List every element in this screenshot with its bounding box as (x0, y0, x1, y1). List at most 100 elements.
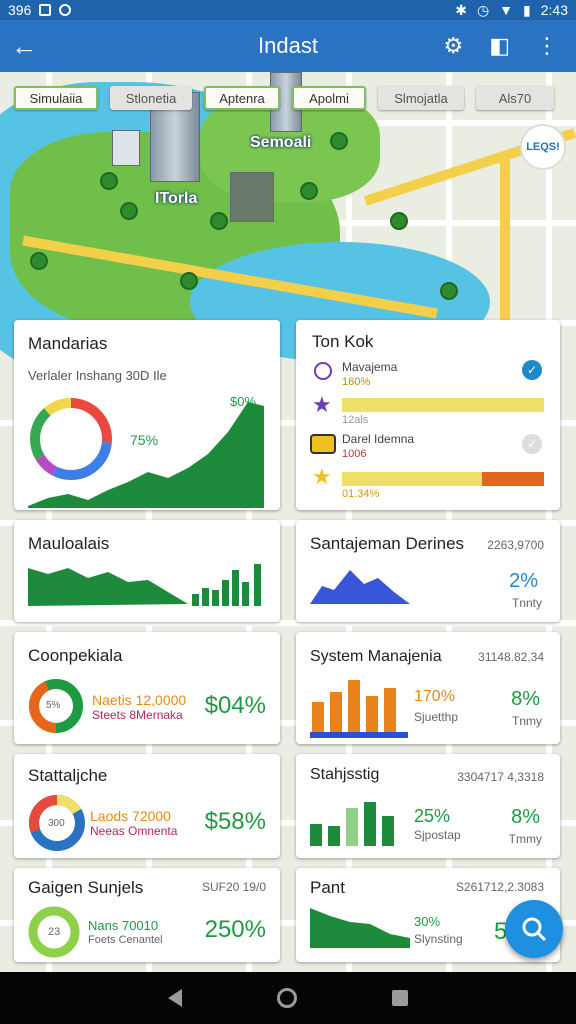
card-value: 31148.82,34 (478, 650, 544, 664)
row2-name: Darel Idemna (342, 432, 415, 446)
card-line2: Steets 8Mernaka (92, 708, 183, 722)
app-bar: ← Indast ⚙ ◧ ⋮ (0, 20, 576, 72)
card-mauloalais[interactable]: Mauloalais (14, 520, 280, 622)
card-percent: $04% (204, 692, 266, 719)
chip-1[interactable]: Stlonetia (110, 86, 192, 110)
card-line1: Nans 70010 (88, 918, 159, 933)
card-label1: Slynsting (414, 932, 463, 946)
card-stattaljche[interactable]: Stattaljche 300 Laods 72000 Neeas Omnent… (14, 754, 280, 858)
area-chart (310, 908, 410, 948)
area-chart (28, 402, 264, 508)
progress-bar-overflow (482, 472, 544, 486)
bar-chart (310, 802, 394, 846)
map-label-left: ITorla (155, 190, 198, 207)
sync-icon (59, 4, 72, 16)
card-value: 2263,9700 (487, 538, 544, 552)
map-building (230, 172, 274, 222)
area-chart (28, 568, 188, 606)
card-label2: Tmmy (508, 832, 542, 846)
donut-label: 23 (48, 926, 61, 938)
card-line2: Foets Cenantel (88, 934, 163, 946)
card-percent: $58% (204, 808, 266, 835)
card-system[interactable]: System Manajenia 31148.82,34 170% Sjuett… (296, 632, 560, 744)
donut-label: 5% (46, 700, 61, 711)
chip-2[interactable]: Aptenra (204, 86, 280, 110)
card-title: Pant (310, 878, 345, 897)
bar-chart (310, 680, 408, 738)
chip-4[interactable]: Slmojatla (378, 86, 464, 110)
card-santajeman[interactable]: Santajeman Derines 2263,9700 2% Tnnty (296, 520, 560, 622)
card-pct1: 25% (414, 806, 451, 826)
bluetooth-icon: ✱ (455, 1, 467, 18)
card-coonpekiala[interactable]: Coonpekiala 5% Naetis 12,0000 Steets 8Me… (14, 632, 280, 744)
card-gaigen[interactable]: Gaigen Sunjels SUF20 19/0 23 Nans 70010 … (14, 868, 280, 962)
card-tonkok[interactable]: Ton Kok Mavajema 160% ✓ ★ 12als Darel Id… (296, 320, 560, 510)
card-title: Stattaljche (28, 766, 108, 785)
more-vert-icon[interactable]: ⋮ (536, 33, 558, 59)
card-line2: Neeas Omnenta (90, 824, 178, 838)
chip-3[interactable]: Apolmi (292, 86, 366, 110)
status-bar: 396 ✱ ◷ ▼ ▮ 2:43 (0, 0, 576, 20)
card-label1: Sjpostap (414, 828, 461, 842)
car-icon (310, 434, 336, 454)
filter-chips: Simulaiia Stlonetia Aptenra Apolmi Slmoj… (14, 86, 562, 110)
row2-meta: 01.34% (342, 488, 380, 500)
card-mandarias[interactable]: Mandarias Verlaler Inshang 30D Ile 75% $… (14, 320, 280, 510)
card-title: Ton Kok (312, 332, 374, 351)
card-title: Mauloalais (28, 534, 110, 553)
map-tree (440, 282, 458, 300)
card-value: SUF20 19/0 (201, 880, 266, 894)
card-title: Santajeman Derines (310, 534, 465, 553)
area-chart (310, 570, 410, 604)
card-pct2: 8% (511, 688, 540, 710)
donut-label: 300 (48, 818, 65, 829)
card-title: Mandarias (28, 334, 108, 353)
status-left-text: 396 (8, 2, 32, 18)
star-icon: ★ (312, 464, 332, 489)
map-tree (390, 212, 408, 230)
battery-icon: ▮ (523, 1, 531, 18)
nav-recents-icon[interactable] (392, 990, 409, 1006)
progress-bar (342, 472, 482, 486)
card-pct1: 30% (414, 914, 441, 929)
wifi-icon: ▼ (499, 2, 514, 18)
chip-5[interactable]: Als70 (476, 86, 554, 110)
map-label-main: Semoali (250, 134, 312, 151)
map-tree (210, 212, 228, 230)
card-value: 3304717 4,3318 (457, 770, 544, 784)
bar-chart (192, 564, 261, 606)
card-line1: Laods 72000 (90, 808, 171, 824)
map-badge[interactable]: LEQS! (520, 124, 566, 170)
check-badge-icon[interactable]: ✓ (522, 360, 542, 380)
card-subtitle: Verlaler Inshang 30D Ile (28, 368, 167, 383)
card-stahjsstig[interactable]: Stahjsstig 3304717 4,3318 25% Sjpostap 8… (296, 754, 560, 858)
settings-gear-icon[interactable]: ⚙ (443, 33, 463, 59)
card-title: Gaigen Sunjels (28, 878, 144, 897)
card-label1: Sjuetthp (414, 710, 459, 724)
search-fab[interactable] (505, 900, 563, 958)
card-title: Stahjsstig (310, 766, 380, 783)
progress-bar (342, 398, 544, 412)
map-layers-icon[interactable]: ◧ (489, 33, 510, 59)
image-icon (39, 4, 52, 16)
row2-value: 1006 (342, 448, 367, 460)
map-tree (180, 272, 198, 290)
star-icon: ★ (312, 392, 332, 417)
map-tree (100, 172, 118, 190)
row1-meta: 12als (342, 414, 369, 426)
map-tree (120, 202, 138, 220)
nav-home-icon[interactable] (276, 988, 297, 1008)
system-nav-bar (0, 972, 576, 1024)
card-label2: Tnmy (512, 714, 542, 728)
user-icon (314, 362, 332, 380)
card-label: Tnnty (511, 596, 542, 610)
card-pct1: 170% (414, 688, 455, 705)
card-line1: Naetis 12,0000 (92, 692, 187, 708)
map-tree (30, 252, 48, 270)
map-tree (330, 132, 348, 150)
chip-0[interactable]: Simulaiia (14, 86, 98, 110)
map-tree (300, 182, 318, 200)
check-badge-icon[interactable]: ✓ (522, 434, 542, 454)
nav-back-icon[interactable] (167, 989, 182, 1007)
back-arrow-icon[interactable]: ← (0, 31, 48, 62)
